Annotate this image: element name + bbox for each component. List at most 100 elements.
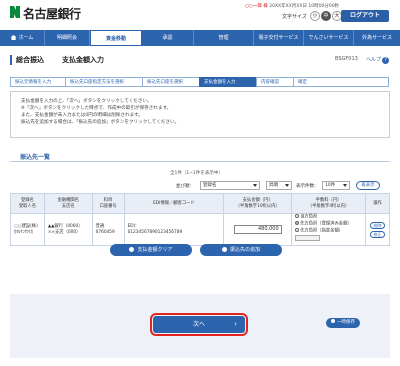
col-account: 科目 口座番号 xyxy=(91,193,125,214)
clear-icon xyxy=(129,247,135,252)
step-1: 振込元情報を入力 xyxy=(10,77,66,87)
cell-op: 削除 修正 xyxy=(365,213,390,246)
next-label: 次へ xyxy=(192,321,205,328)
title-mark xyxy=(10,55,12,65)
order-select[interactable]: 昇順 xyxy=(266,181,292,190)
fee-option-registered[interactable]: 先方負担（登録済み金額） xyxy=(295,221,365,228)
font-size-small-button[interactable]: 小 xyxy=(310,11,320,21)
page-subtitle: 支払金額入力 xyxy=(62,56,104,64)
per-page-select[interactable]: 10件 xyxy=(322,181,350,190)
col-fee: 手数料（円） （半角数字4桁以内） xyxy=(291,193,366,214)
nav-densai[interactable]: でんさいサービス xyxy=(304,30,354,46)
last-login: 20XX年XX月XX日 10時00分00秒 xyxy=(269,4,340,9)
fee-amount-row xyxy=(295,235,365,245)
user-info: ○○一郎 様 20XX年XX月XX日 10時00分00秒 xyxy=(245,3,339,9)
step-6: 確定 xyxy=(293,77,389,87)
col-op: 操作 xyxy=(365,193,390,214)
bank-logo-icon xyxy=(10,6,20,18)
redisplay-button[interactable]: 再表示 xyxy=(356,181,380,190)
payee-table: 登録名 受取人名 金融機関名 支店名 科目 口座番号 EDI情報／顧客コード 支… xyxy=(10,193,390,246)
fee-amount-input[interactable] xyxy=(295,235,321,242)
add-payee-button[interactable]: 振込先の追加 xyxy=(200,244,282,256)
progress-steps: 振込元情報を入力 振込先口座指定方法を選択 振込先口座を選択 支払金額を入力 内… xyxy=(10,77,390,87)
font-size-label: 文字サイズ xyxy=(282,14,307,20)
nav-statements[interactable]: 明細照会 xyxy=(45,30,90,46)
nav-management[interactable]: 管理 xyxy=(194,30,254,46)
help-link[interactable]: ヘルプ? xyxy=(366,56,390,64)
page-title-bar: 総合振込 支払金額入力 BSGF013 ヘルプ? xyxy=(10,54,390,66)
add-payee-label: 振込先の追加 xyxy=(229,247,260,253)
modify-button[interactable]: 修正 xyxy=(370,230,385,238)
cell-amount: 480,000 xyxy=(223,213,293,246)
nav-e-delivery[interactable]: 電子交付サービス xyxy=(254,30,304,46)
global-nav: ホーム 明細照会 資金移動 承認 管理 電子交付サービス でんさいサービス 外為… xyxy=(0,30,400,46)
nav-approval[interactable]: 承認 xyxy=(142,30,194,46)
radio-icon xyxy=(295,214,300,219)
instruction-line: また、支払金額が未入力または0円の明細は削除されます。 xyxy=(21,113,143,118)
page-title: 総合振込 xyxy=(16,56,44,64)
fee-option-specified[interactable]: 先方負担（指定金額） xyxy=(295,228,365,235)
per-page-label: 表示件数： xyxy=(296,184,319,189)
step-3: 振込先口座を選択 xyxy=(142,77,200,87)
radio-selected-icon xyxy=(295,221,300,226)
col-bank: 金融機関名 支店名 xyxy=(43,193,93,214)
recipient-name: ｶﾏﾙｹﾝｾﾂ(ｶ xyxy=(14,229,33,235)
cell-reg-name: ○○建設(株) ｶﾏﾙｹﾝｾﾂ(ｶ xyxy=(10,213,45,246)
cell-edi: EDI： 01234567890123456789 xyxy=(123,213,225,246)
nav-home[interactable]: ホーム xyxy=(0,30,45,46)
sort-select[interactable]: 登録名 xyxy=(200,181,260,190)
result-count: 全1件（1~1件を表示中） xyxy=(170,171,223,176)
next-button[interactable]: 次へ › xyxy=(150,313,248,336)
cell-account: 普通 0760459 xyxy=(91,213,125,246)
delete-button[interactable]: 削除 xyxy=(370,221,385,229)
step-5: 内容確認 xyxy=(256,77,294,87)
screen-id: BSGF013 xyxy=(335,56,358,62)
order-value: 昇順 xyxy=(269,183,278,188)
fee-option-ours[interactable]: 当方負担 xyxy=(295,214,365,221)
edi-code: 01234567890123456789 xyxy=(127,229,183,235)
fee-option-label: 当方負担 xyxy=(300,214,318,220)
section-divider xyxy=(10,161,390,162)
header: 名古屋銀行 ○○一郎 様 20XX年XX月XX日 10時00分00秒 文字サイズ… xyxy=(0,0,400,30)
nav-home-label: ホーム xyxy=(18,35,34,41)
account-number: 0760459 xyxy=(95,229,115,235)
per-page-value: 10件 xyxy=(325,183,336,188)
chevron-down-icon xyxy=(285,184,289,187)
col-edi: EDI情報／顧客コード xyxy=(123,193,225,214)
bank-name: 名古屋銀行 xyxy=(23,7,81,21)
radio-icon xyxy=(295,228,300,233)
chevron-right-icon: › xyxy=(234,320,237,328)
chevron-down-icon xyxy=(253,184,257,187)
nav-fund-transfer[interactable]: 資金移動 xyxy=(90,30,142,46)
cell-bank: ▲▲銀行（0000） ××支店（000） xyxy=(43,213,93,246)
col-reg-name: 登録名 受取人名 xyxy=(10,193,45,214)
sort-value: 登録名 xyxy=(203,183,217,188)
amount-input[interactable]: 480,000 xyxy=(233,225,282,234)
logout-button[interactable]: ログアウト xyxy=(341,10,389,22)
home-icon xyxy=(10,35,17,40)
sort-label: 並び順： xyxy=(176,184,194,189)
font-size-medium-button[interactable]: 中 xyxy=(321,11,331,21)
step-4-current: 支払金額を入力 xyxy=(199,77,257,87)
help-icon: ? xyxy=(382,57,390,64)
cell-fee: 当方負担 先方負担（登録済み金額） 先方負担（指定金額） xyxy=(291,213,366,246)
instruction-line: ※「次へ」ボタンをクリックした時点で、作成中の取引が保存されます。 xyxy=(21,106,172,111)
chevron-down-icon xyxy=(343,184,347,187)
step-2: 振込先口座指定方法を選択 xyxy=(65,77,143,87)
nav-foreign-exchange[interactable]: 外為サービス xyxy=(354,30,400,46)
clear-amount-label: 支払金額クリア xyxy=(137,247,173,253)
temp-save-button[interactable]: 一時保存 xyxy=(326,318,360,328)
temp-save-label: 一時保存 xyxy=(337,320,355,325)
branch-name: ××支店（000） xyxy=(47,229,81,235)
user-name: ○○一郎 様 xyxy=(245,4,268,9)
table-header-row: 登録名 受取人名 金融機関名 支店名 科目 口座番号 EDI情報／顧客コード 支… xyxy=(10,193,390,214)
table-row: ○○建設(株) ｶﾏﾙｹﾝｾﾂ(ｶ ▲▲銀行（0000） ××支店（000） 普… xyxy=(10,213,390,246)
fee-option-label: 先方負担（登録済み金額） xyxy=(300,221,352,227)
instruction-line: 支払金額を入力の上、「次へ」ボタンをクリックしてください。 xyxy=(21,99,152,104)
clear-amount-button[interactable]: 支払金額クリア xyxy=(110,244,192,256)
fee-option-label: 先方負担（指定金額） xyxy=(300,228,344,234)
help-label: ヘルプ xyxy=(366,57,382,63)
section-title: 振込先一覧 xyxy=(20,154,51,161)
save-icon xyxy=(331,319,335,323)
instruction-line: 振込先を追加する場合は、「振込先の追加」ボタンをクリックしてください。 xyxy=(21,120,180,125)
